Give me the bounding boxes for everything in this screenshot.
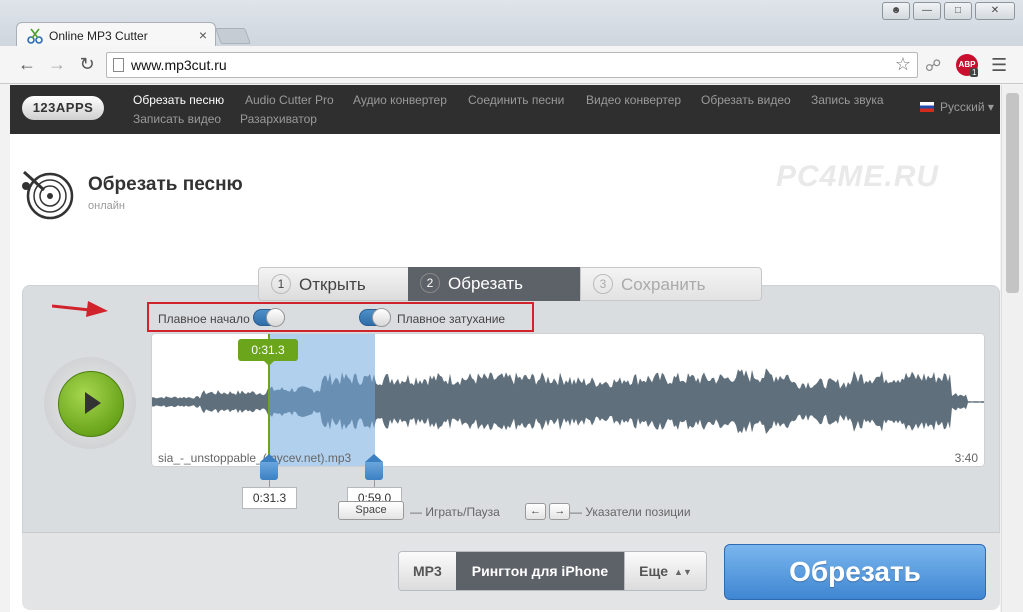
play-pause-hint: — Играть/Пауза <box>410 505 500 519</box>
new-tab-button[interactable] <box>215 28 251 44</box>
handle-body <box>260 462 278 480</box>
step-open[interactable]: 1 Открыть <box>258 267 428 301</box>
page-icon <box>113 58 124 72</box>
nav-record-video[interactable]: Записать видео <box>133 112 221 126</box>
vinyl-scissors-icon <box>22 170 74 220</box>
url-text: www.mp3cut.ru <box>131 57 227 73</box>
adblock-count: 1 <box>970 68 979 77</box>
arrow-keys-hint: ← → <box>525 503 571 520</box>
position-hint: — Указатели позиции <box>570 505 691 519</box>
arrow-right-key: → <box>549 503 571 520</box>
fade-out-label: Плавное затухание <box>397 312 506 326</box>
play-icon <box>85 392 101 414</box>
page-subtitle: онлайн <box>88 200 125 212</box>
start-time-field[interactable]: 0:31.3 <box>242 487 297 509</box>
start-handle[interactable] <box>260 454 278 480</box>
scissors-icon <box>27 28 43 44</box>
fade-in-toggle[interactable] <box>253 308 285 327</box>
nav-audio-converter[interactable]: Аудио конвертер <box>353 93 447 107</box>
step-label: Открыть <box>299 275 366 294</box>
site-logo[interactable]: 123APPS <box>22 96 104 120</box>
tab-close-icon[interactable]: × <box>199 27 207 43</box>
file-name: sia_-_unstoppable_(mycev.net).mp3 <box>158 451 352 465</box>
step-number: 2 <box>420 273 440 293</box>
arrow-left-key: ← <box>525 503 546 520</box>
position-bubble: 0:31.3 <box>238 339 298 366</box>
handle-top <box>260 454 278 462</box>
handle-top <box>365 454 383 462</box>
format-iphone-ringtone[interactable]: Рингтон для iPhone <box>455 552 625 590</box>
space-key: Space <box>338 501 404 520</box>
step-save[interactable]: 3 Сохранить <box>580 267 762 301</box>
back-arrow-icon[interactable]: ← <box>16 54 38 75</box>
minimize-button[interactable]: — <box>913 2 941 20</box>
updown-arrows-icon: ▲▼ <box>674 567 692 577</box>
browser-menu-icon[interactable]: ☰ <box>991 55 1007 76</box>
handle-stem <box>269 480 270 487</box>
nav-cut-song[interactable]: Обрезать песню <box>133 93 224 107</box>
user-icon[interactable]: ☻ <box>882 2 910 20</box>
end-handle[interactable] <box>365 454 383 480</box>
nav-unarchiver[interactable]: Разархиватор <box>240 112 317 126</box>
step-number: 1 <box>271 274 291 294</box>
language-label: Русский <box>940 100 985 114</box>
format-mp3[interactable]: MP3 <box>399 552 456 590</box>
browser-tab[interactable]: Online MP3 Cutter × <box>16 22 216 48</box>
forward-arrow-icon[interactable]: → <box>46 54 68 75</box>
fade-in-label: Плавное начало <box>158 312 250 326</box>
red-arrow-icon <box>52 301 108 317</box>
fade-out-toggle[interactable] <box>359 308 391 327</box>
nav-cut-video[interactable]: Обрезать видео <box>701 93 791 107</box>
nav-video-converter[interactable]: Видео конвертер <box>586 93 681 107</box>
cut-button[interactable]: Обрезать <box>724 544 986 600</box>
window-controls: ☻ — □ ✕ <box>882 2 1015 20</box>
site-header: 123APPS Обрезать песню Audio Cutter Pro … <box>10 85 1000 134</box>
handle-body <box>365 462 383 480</box>
browser-toolbar: ← → ↻ www.mp3cut.ru ☆ ☍ ABP 1 ☰ <box>0 46 1023 84</box>
browser-titlebar: Online MP3 Cutter × ☻ — □ ✕ <box>0 0 1023 48</box>
page-scrollbar[interactable] <box>1001 85 1023 612</box>
reload-icon[interactable]: ↻ <box>76 54 98 75</box>
scroll-thumb[interactable] <box>1006 93 1019 293</box>
page-title: Обрезать песню <box>88 174 243 195</box>
language-selector[interactable]: Русский ▾ <box>920 100 994 114</box>
format-selector: MP3 Рингтон для iPhone Еще ▲▼ <box>398 551 707 591</box>
step-label: Обрезать <box>448 274 524 293</box>
nav-join-songs[interactable]: Соединить песни <box>468 93 564 107</box>
step-label: Сохранить <box>621 275 706 294</box>
toggle-knob <box>266 308 285 327</box>
nav-record-sound[interactable]: Запись звука <box>811 93 884 107</box>
nav-audio-cutter-pro[interactable]: Audio Cutter Pro <box>245 93 334 107</box>
handle-stem <box>374 480 375 487</box>
format-more[interactable]: Еще ▲▼ <box>624 552 706 590</box>
address-bar[interactable]: www.mp3cut.ru ☆ <box>106 52 918 78</box>
maximize-button[interactable]: □ <box>944 2 972 20</box>
extension-icon[interactable]: ☍ <box>925 56 941 76</box>
russia-flag-icon <box>920 102 934 112</box>
tab-title: Online MP3 Cutter <box>49 29 148 43</box>
watermark: PC4ME.RU <box>776 160 940 193</box>
toggle-knob <box>372 308 391 327</box>
step-number: 3 <box>593 274 613 294</box>
close-window-button[interactable]: ✕ <box>975 2 1015 20</box>
format-more-label: Еще <box>639 563 669 579</box>
step-cut[interactable]: 2 Обрезать <box>408 267 580 301</box>
track-duration: 3:40 <box>954 451 978 465</box>
bookmark-star-icon[interactable]: ☆ <box>895 54 911 75</box>
